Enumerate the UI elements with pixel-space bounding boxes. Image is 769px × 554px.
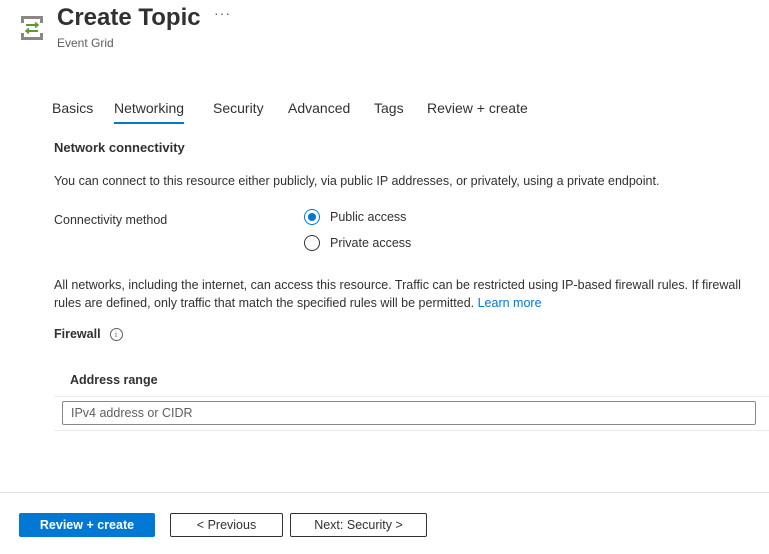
page-title: Create Topic	[57, 4, 201, 31]
access-info-text: All networks, including the internet, ca…	[54, 276, 766, 312]
radio-unchecked-icon	[304, 235, 320, 251]
radio-label: Private access	[330, 236, 412, 250]
previous-button[interactable]: < Previous	[170, 513, 283, 537]
tab-advanced[interactable]: Advanced	[288, 100, 350, 122]
review-create-button[interactable]: Review + create	[19, 513, 155, 537]
radio-checked-icon	[304, 209, 320, 225]
tab-basics[interactable]: Basics	[52, 100, 93, 122]
address-range-header: Address range	[54, 362, 769, 397]
tab-security[interactable]: Security	[213, 100, 264, 122]
more-options-button[interactable]: ···	[214, 6, 232, 24]
intro-text: You can connect to this resource either …	[54, 174, 660, 188]
radio-label: Public access	[330, 210, 407, 224]
info-icon[interactable]: i	[109, 327, 123, 341]
firewall-label-text: Firewall	[54, 327, 101, 341]
next-security-button[interactable]: Next: Security >	[290, 513, 427, 537]
section-heading: Network connectivity	[54, 140, 185, 155]
address-range-input[interactable]	[62, 401, 756, 425]
firewall-label: Firewall i	[54, 327, 123, 341]
page-subtitle: Event Grid	[57, 36, 114, 50]
create-topic-page: Create Topic ··· Event Grid Basics Netwo…	[0, 0, 769, 554]
event-grid-topic-icon	[18, 14, 46, 42]
footer-divider	[0, 492, 769, 493]
tab-review-create[interactable]: Review + create	[427, 100, 528, 122]
tab-tags[interactable]: Tags	[374, 100, 404, 122]
learn-more-link[interactable]: Learn more	[478, 296, 542, 310]
table-row	[54, 397, 769, 431]
firewall-table: Address range	[54, 362, 769, 431]
public-access-radio[interactable]: Public access	[304, 209, 406, 225]
private-access-radio[interactable]: Private access	[304, 235, 411, 251]
access-info-body: All networks, including the internet, ca…	[54, 278, 741, 310]
connectivity-method-label: Connectivity method	[54, 213, 168, 227]
tab-networking[interactable]: Networking	[114, 100, 185, 124]
